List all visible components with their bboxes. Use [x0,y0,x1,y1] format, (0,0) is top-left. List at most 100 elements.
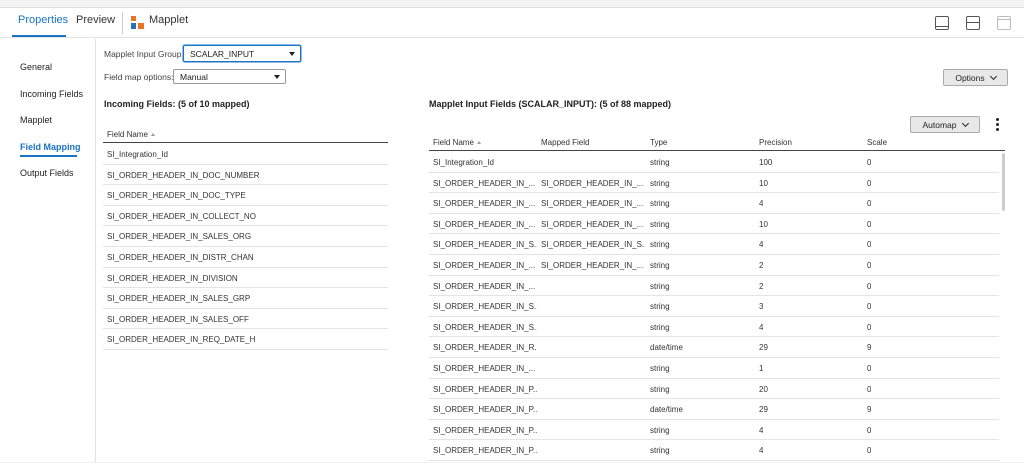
chevron-down-icon [989,72,997,80]
options-button[interactable]: Options [943,69,1008,86]
sidebar-item-mapplet[interactable]: Mapplet [20,115,52,125]
scale-cell: 0 [867,281,872,291]
type-cell: string [650,178,670,188]
precision-cell: 3 [759,302,764,312]
incoming-fields-title: Incoming Fields: (5 of 10 mapped) [104,99,250,109]
type-cell: string [650,219,670,229]
type-cell: string [650,261,670,270]
table-row[interactable]: SI_ORDER_HEADER_IN_P... string 4 0 [429,440,999,461]
sidebar-item-general[interactable]: General [20,62,52,72]
column-header-mapped-field[interactable]: Mapped Field [541,138,589,147]
table-row[interactable]: SI_ORDER_HEADER_IN_... SI_ORDER_HEADER_IN… [429,214,999,235]
table-row[interactable]: SI_ORDER_HEADER_IN_REQ_DATE_H [103,329,388,350]
app-frame: Properties Preview Mapplet General Incom… [0,7,1024,463]
incoming-field-name: SI_ORDER_HEADER_IN_DIVISION [107,273,238,283]
table-row[interactable]: SI_Integration_Id [103,144,388,165]
automap-button[interactable]: Automap [910,116,980,133]
precision-cell: 4 [759,322,764,332]
scale-cell: 0 [867,158,872,167]
table-row[interactable]: SI_ORDER_HEADER_IN_P... date/time 29 9 [429,399,999,420]
mapped-field-cell[interactable]: SI_ORDER_HEADER_IN_... [541,199,643,208]
scale-cell: 0 [867,240,872,250]
table-row[interactable]: SI_ORDER_HEADER_IN_... string 1 0 [429,358,999,379]
scale-cell: 0 [867,261,872,270]
scale-cell: 0 [867,302,872,312]
incoming-field-name: SI_ORDER_HEADER_IN_REQ_DATE_H [107,335,256,345]
table-row[interactable]: SI_ORDER_HEADER_IN_COLLECT_NO [103,206,388,227]
table-row[interactable]: SI_Integration_Id string 100 0 [429,152,999,173]
table-row[interactable]: SI_ORDER_HEADER_IN_... string 2 0 [429,276,999,297]
field-map-options-label: Field map options: [104,72,174,82]
scale-cell: 0 [867,364,872,373]
sort-ascending-icon [476,141,481,144]
incoming-table-header: Field Name [103,127,388,143]
incoming-field-name: SI_ORDER_HEADER_IN_COLLECT_NO [107,211,256,221]
layout-bottom-panel-icon[interactable] [935,16,949,30]
column-header-precision[interactable]: Precision [759,138,792,147]
type-cell: date/time [650,405,683,415]
precision-cell: 10 [759,219,768,229]
divider [122,12,123,34]
automap-button-label: Automap [922,119,957,130]
type-cell: string [650,240,670,250]
column-header-scale[interactable]: Scale [867,138,887,147]
table-row[interactable]: SI_ORDER_HEADER_IN_DOC_NUMBER [103,165,388,186]
scale-cell: 9 [867,405,872,415]
mapped-field-cell[interactable]: SI_ORDER_HEADER_IN_S... [541,240,645,249]
tab-properties[interactable]: Properties [18,14,68,26]
field-name-cell: SI_ORDER_HEADER_IN_P... [433,384,537,394]
table-row[interactable]: SI_ORDER_HEADER_IN_SALES_OFF [103,309,388,330]
mapplet-table-header: Field Name Mapped Field Type Precision S… [429,135,1005,151]
field-map-options-select[interactable]: Manual [173,69,286,84]
sidebar-item-incoming-fields[interactable]: Incoming Fields [20,89,83,99]
mapped-field-cell[interactable]: SI_ORDER_HEADER_IN_... [541,261,643,270]
layout-split-panel-icon[interactable] [966,16,980,30]
table-scrollbar[interactable] [1002,153,1005,211]
type-cell: string [650,199,670,209]
more-options-icon[interactable] [996,118,999,132]
sidebar-item-field-mapping[interactable]: Field Mapping [20,142,81,152]
field-name-cell: SI_ORDER_HEADER_IN_S... [433,240,537,250]
input-group-select[interactable]: SCALAR_INPUT [183,45,301,62]
input-group-value: SCALAR_INPUT [190,48,255,59]
incoming-field-name: SI_ORDER_HEADER_IN_SALES_OFF [107,314,249,324]
table-row[interactable]: SI_ORDER_HEADER_IN_S... SI_ORDER_HEADER_I… [429,234,999,255]
incoming-field-name: SI_ORDER_HEADER_IN_DISTR_CHAN [107,253,254,262]
layout-full-panel-icon[interactable] [997,16,1011,30]
scale-cell: 9 [867,343,872,353]
column-header-field-name[interactable]: Field Name [433,138,481,147]
field-name-cell: SI_ORDER_HEADER_IN_... [433,364,536,373]
field-name-cell: SI_ORDER_HEADER_IN_... [433,199,536,209]
scale-cell: 0 [867,178,872,188]
tab-preview[interactable]: Preview [76,14,115,26]
column-header-field-name[interactable]: Field Name [107,130,155,139]
table-row[interactable]: SI_ORDER_HEADER_IN_DIVISION [103,268,388,289]
table-row[interactable]: SI_ORDER_HEADER_IN_P... string 20 0 [429,379,999,400]
active-tab-indicator [12,35,66,37]
table-row[interactable]: SI_ORDER_HEADER_IN_... SI_ORDER_HEADER_IN… [429,255,999,276]
table-row[interactable]: SI_ORDER_HEADER_IN_S... string 3 0 [429,296,999,317]
sidebar-item-output-fields[interactable]: Output Fields [20,168,74,178]
mapplet-input-fields-table: Field Name Mapped Field Type Precision S… [429,135,1005,463]
mapped-field-cell[interactable]: SI_ORDER_HEADER_IN_... [541,179,643,188]
active-nav-indicator [20,155,77,157]
table-row[interactable]: SI_ORDER_HEADER_IN_S... string 4 0 [429,317,999,338]
mapped-field-cell[interactable]: SI_ORDER_HEADER_IN_... [541,220,643,229]
table-row[interactable]: SI_ORDER_HEADER_IN_R... date/time 29 9 [429,337,999,358]
table-row[interactable]: SI_ORDER_HEADER_IN_P... string 4 0 [429,420,999,441]
column-header-type[interactable]: Type [650,138,667,147]
table-row[interactable]: SI_ORDER_HEADER_IN_... SI_ORDER_HEADER_IN… [429,173,999,194]
top-tab-bar: Properties Preview Mapplet [0,8,1024,38]
table-row[interactable]: SI_ORDER_HEADER_IN_... SI_ORDER_HEADER_IN… [429,193,999,214]
chevron-down-icon [289,51,295,56]
table-row[interactable]: SI_ORDER_HEADER_IN_SALES_ORG [103,226,388,247]
field-map-options-value: Manual [180,71,208,82]
precision-cell: 20 [759,384,768,394]
table-row[interactable]: SI_ORDER_HEADER_IN_DOC_TYPE [103,185,388,206]
incoming-field-name: SI_ORDER_HEADER_IN_SALES_GRP [107,294,251,304]
table-row[interactable]: SI_ORDER_HEADER_IN_DISTR_CHAN [103,247,388,268]
table-row[interactable]: SI_ORDER_HEADER_IN_SALES_GRP [103,288,388,309]
scale-cell: 0 [867,322,872,332]
precision-cell: 4 [759,199,764,209]
type-cell: string [650,158,670,167]
